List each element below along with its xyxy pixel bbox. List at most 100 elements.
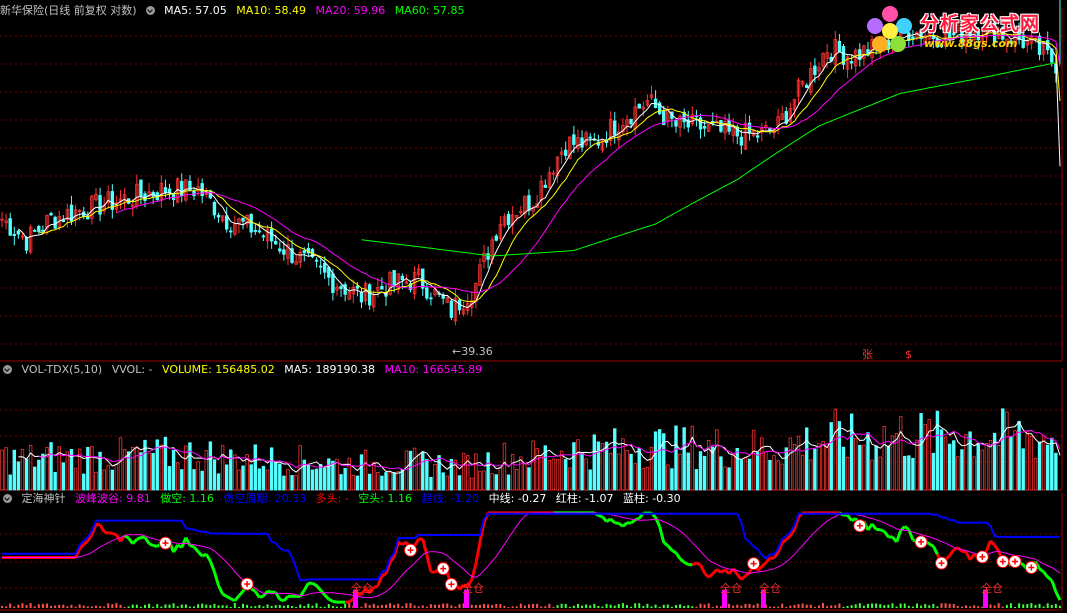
ind-mini-bar bbox=[62, 604, 65, 608]
ind-mini-bar bbox=[1001, 606, 1004, 608]
candle-body bbox=[367, 284, 372, 306]
ind-mini-bar bbox=[969, 606, 972, 608]
volume-bar bbox=[641, 467, 646, 491]
ind-mini-bar bbox=[282, 605, 285, 608]
volume-bar bbox=[139, 452, 143, 491]
ma10-value: MA10: 58.49 bbox=[236, 4, 307, 17]
volume-bar bbox=[1033, 457, 1038, 491]
volume-bar bbox=[216, 473, 221, 491]
ind-mini-bar bbox=[446, 603, 449, 608]
volume-bar bbox=[751, 429, 756, 491]
ind-kongtou: 空头: 1.16 bbox=[358, 492, 412, 505]
ind-mini-bar bbox=[1038, 603, 1041, 608]
candle-body bbox=[494, 235, 498, 241]
dropdown-icon[interactable] bbox=[3, 365, 12, 374]
candle-body bbox=[253, 230, 257, 232]
dropdown-icon[interactable] bbox=[3, 494, 12, 503]
volume-bar bbox=[588, 469, 592, 491]
candle-body bbox=[163, 187, 168, 194]
ind-mini-bar bbox=[789, 605, 792, 608]
ind-mini-bar bbox=[74, 606, 77, 608]
ind-mini-bar bbox=[691, 606, 694, 608]
vol-name: VOL-TDX(5,10) bbox=[21, 363, 103, 376]
candle-body bbox=[429, 297, 433, 300]
ind-mini-bar bbox=[642, 606, 645, 608]
ind-mini-bar bbox=[1009, 603, 1012, 608]
candle-body bbox=[359, 292, 364, 303]
trend-line-segment bbox=[691, 561, 698, 567]
volume-bar bbox=[33, 466, 37, 491]
volume-bar bbox=[776, 460, 780, 491]
volume-bar bbox=[457, 475, 462, 491]
volume-bar bbox=[637, 447, 641, 491]
volume-bar bbox=[645, 466, 650, 491]
trend-line-segment bbox=[217, 584, 224, 595]
candle-body bbox=[629, 118, 633, 125]
volume-bar bbox=[343, 468, 347, 491]
volume-bar bbox=[1046, 444, 1050, 491]
ind-mini-bar bbox=[523, 605, 526, 608]
ind-mini-bar bbox=[340, 606, 343, 608]
volume-bar bbox=[372, 461, 376, 491]
dropdown-icon[interactable] bbox=[145, 6, 155, 15]
volume-bar bbox=[559, 450, 564, 491]
trend-line-segment bbox=[883, 530, 890, 538]
volume-bar bbox=[580, 452, 584, 491]
volume-bar bbox=[555, 458, 560, 491]
candle-body bbox=[805, 84, 809, 89]
trend-line-segment bbox=[715, 568, 722, 574]
volume-bar bbox=[498, 467, 503, 491]
volume-bar bbox=[24, 458, 29, 491]
volume-bar bbox=[269, 447, 274, 491]
indicator-panel: 全仓 全仓 全仓 全仓 全仓 bbox=[1, 511, 1062, 608]
volume-bar bbox=[241, 465, 245, 491]
candle-body bbox=[331, 273, 335, 293]
volume-bar bbox=[4, 447, 8, 491]
volume-bar bbox=[122, 449, 127, 491]
ind-mini-bar bbox=[965, 605, 968, 608]
volume-bar bbox=[351, 474, 356, 491]
ind-mini-bar bbox=[483, 603, 486, 608]
ind-mini-bar bbox=[135, 604, 138, 608]
volume-bar bbox=[915, 439, 919, 491]
ind-mini-bar bbox=[421, 605, 424, 608]
volume-bar bbox=[719, 456, 723, 491]
volume-bar bbox=[862, 444, 866, 491]
volume-bar bbox=[380, 475, 384, 491]
volume-bar bbox=[1001, 408, 1005, 491]
candle-body bbox=[302, 250, 307, 254]
volume-bar bbox=[28, 444, 33, 491]
trend-line-segment bbox=[895, 530, 903, 543]
trend-line-segment bbox=[601, 515, 608, 523]
volume-bar bbox=[106, 464, 110, 491]
ind-mini-bar bbox=[25, 605, 28, 608]
trend-line-segment bbox=[760, 561, 767, 568]
ind-mini-bar bbox=[1005, 604, 1008, 608]
volume-bar bbox=[845, 456, 850, 491]
candle-body bbox=[224, 215, 229, 230]
volume-bar bbox=[506, 474, 511, 491]
volume-bar bbox=[274, 461, 278, 491]
ind-mini-bar bbox=[9, 603, 12, 608]
trend-line-segment bbox=[136, 536, 142, 541]
volume-bar bbox=[564, 459, 568, 491]
trend-line-segment bbox=[707, 572, 714, 579]
volume-bar bbox=[870, 459, 874, 491]
volume-bar bbox=[939, 429, 944, 491]
ind-mini-bar bbox=[384, 604, 387, 608]
ind-mini-bar bbox=[401, 606, 404, 608]
ind-mini-bar bbox=[242, 603, 245, 608]
volume-bar bbox=[265, 469, 270, 491]
volume-bar bbox=[82, 473, 86, 491]
volume-bar bbox=[163, 436, 168, 491]
volume-bar bbox=[502, 442, 507, 491]
ind-mini-bar bbox=[442, 603, 445, 608]
volume-bar bbox=[813, 448, 817, 491]
ind-mini-bar bbox=[613, 605, 616, 608]
ind-mini-bar bbox=[956, 605, 959, 608]
volume-bar bbox=[188, 442, 192, 491]
candle-body bbox=[355, 285, 360, 289]
volume-bar bbox=[90, 446, 94, 491]
ind-mini-bar bbox=[160, 606, 163, 608]
volume-bar bbox=[445, 475, 449, 491]
